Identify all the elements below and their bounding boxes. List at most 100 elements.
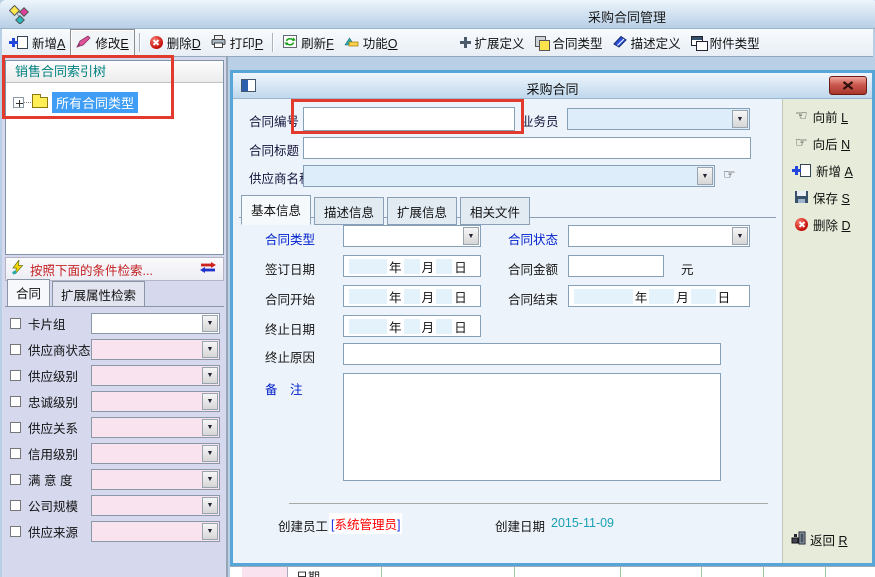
previous-button[interactable]: ☜ 向前 L — [795, 107, 848, 125]
button-label: 修改 — [95, 37, 120, 51]
overlapping-windows-icon — [691, 36, 706, 49]
supply-level-dropdown[interactable] — [91, 365, 220, 386]
chevron-down-icon[interactable] — [697, 167, 713, 185]
chevron-down-icon[interactable] — [202, 471, 218, 488]
checkbox[interactable] — [10, 344, 21, 355]
chevron-down-icon[interactable] — [463, 227, 479, 245]
button-label: 功能 — [363, 37, 388, 51]
chevron-down-icon[interactable] — [202, 445, 218, 462]
checkbox[interactable] — [10, 500, 21, 511]
chevron-down-icon[interactable] — [202, 315, 218, 332]
company-scale-dropdown[interactable] — [91, 495, 220, 516]
background-table-strip: 日期 — [230, 566, 875, 577]
checkbox[interactable] — [10, 370, 21, 381]
toolbar-edit-button[interactable]: 修改E — [70, 29, 134, 56]
toolbar-refresh-button[interactable]: 刷新F — [278, 30, 339, 55]
tab-extended-info[interactable]: 扩展信息 — [387, 197, 457, 225]
button-label: 新增 — [32, 37, 57, 51]
exit-door-icon — [791, 531, 806, 548]
swap-arrows-icon[interactable] — [199, 262, 217, 276]
toolbar-function-button[interactable]: 功能O — [339, 30, 403, 55]
filter-label: 供应商状态 — [28, 340, 91, 359]
hand-left-icon: ☜ — [795, 109, 808, 123]
close-button[interactable] — [829, 76, 867, 95]
tree-row-all-contract-types[interactable]: 所有合同类型 — [13, 92, 223, 113]
supplier-name-dropdown[interactable] — [303, 165, 715, 187]
chevron-down-icon[interactable] — [202, 393, 218, 410]
checkbox[interactable] — [10, 526, 21, 537]
tab-description-info[interactable]: 描述信息 — [314, 197, 384, 225]
table-gridline — [825, 567, 826, 577]
contract-status-dropdown[interactable] — [568, 225, 750, 247]
chevron-down-icon[interactable] — [202, 367, 218, 384]
tree-expander-icon[interactable] — [13, 97, 24, 108]
loyalty-level-dropdown[interactable] — [91, 391, 220, 412]
button-label: 合同类型 — [553, 33, 603, 52]
supply-relation-dropdown[interactable] — [91, 417, 220, 438]
chevron-down-icon[interactable] — [202, 523, 218, 540]
button-key: O — [388, 37, 398, 51]
toolbar-description-definition-button[interactable]: 描述定义 — [608, 30, 686, 55]
button-key: N — [841, 138, 850, 152]
delete-button[interactable]: 删除 D — [795, 215, 851, 233]
return-button[interactable]: 返回 R — [791, 530, 848, 549]
chevron-down-icon[interactable] — [732, 227, 748, 245]
chevron-down-icon[interactable] — [202, 497, 218, 514]
card-group-dropdown[interactable] — [91, 313, 220, 334]
toolbar-extended-definition-button[interactable]: 扩展定义 — [455, 30, 530, 55]
date-unit-month: 月 — [422, 257, 435, 276]
created-date-label: 创建日期 — [495, 516, 545, 535]
tab-contract[interactable]: 合同 — [7, 279, 50, 306]
checkbox[interactable] — [10, 422, 21, 433]
contract-type-dropdown[interactable] — [343, 225, 481, 247]
remark-textarea[interactable] — [343, 373, 721, 481]
save-button[interactable]: 保存 S — [795, 188, 850, 206]
contract-end-date-field[interactable]: 年 月 日 — [568, 285, 750, 307]
dialog-side-panel: ☜ 向前 L ☞ 向后 N 新增 A 保存 S 删除 D 返回 R — [782, 99, 872, 563]
filter-label: 卡片组 — [28, 314, 66, 333]
checkbox[interactable] — [10, 474, 21, 485]
tab-basic-info[interactable]: 基本信息 — [241, 195, 311, 225]
toolbar-contract-type-button[interactable]: 合同类型 — [530, 30, 608, 55]
search-condition-header: 按照下面的条件检索... — [5, 257, 224, 281]
app-title: 采购合同管理 — [588, 7, 666, 26]
chevron-down-icon[interactable] — [202, 341, 218, 358]
contract-no-input[interactable] — [303, 107, 515, 131]
tab-extended-attribute-search[interactable]: 扩展属性检索 — [52, 281, 145, 306]
background-column-header: 日期 — [296, 568, 320, 577]
tree-item-label[interactable]: 所有合同类型 — [52, 92, 138, 113]
button-key: S — [842, 192, 850, 206]
contract-start-date-field[interactable]: 年 月 日 — [343, 285, 481, 307]
button-key: P — [255, 37, 263, 51]
checkbox[interactable] — [10, 396, 21, 407]
tab-related-files[interactable]: 相关文件 — [460, 197, 530, 225]
contract-title-input[interactable] — [303, 137, 751, 159]
creator-label: 创建员工 — [278, 516, 328, 535]
toolbar-new-button[interactable]: 新增A — [7, 30, 70, 55]
contract-no-label: 合同编号 — [249, 111, 299, 130]
toolbar-attachment-type-button[interactable]: 附件类型 — [686, 30, 765, 55]
supplier-status-dropdown[interactable] — [91, 339, 220, 360]
chevron-down-icon[interactable] — [202, 419, 218, 436]
supply-source-dropdown[interactable] — [91, 521, 220, 542]
terminate-date-field[interactable]: 年 月 日 — [343, 315, 481, 337]
contract-type-label: 合同类型 — [265, 229, 315, 248]
new-button[interactable]: 新增 A — [795, 161, 853, 179]
button-key: D — [842, 219, 851, 233]
checkbox[interactable] — [10, 318, 21, 329]
chevron-down-icon[interactable] — [732, 110, 748, 128]
lightning-icon — [12, 260, 24, 278]
toolbar-delete-button[interactable]: 删除D — [145, 30, 206, 55]
contract-amount-input[interactable] — [568, 255, 664, 277]
toolbar-print-button[interactable]: 打印P — [206, 30, 268, 55]
credit-level-dropdown[interactable] — [91, 443, 220, 464]
next-button[interactable]: ☞ 向后 N — [795, 134, 850, 152]
satisfaction-dropdown[interactable] — [91, 469, 220, 490]
date-unit-month: 月 — [422, 287, 435, 306]
hand-right-icon[interactable]: ☞ — [723, 168, 736, 182]
salesman-dropdown[interactable] — [567, 108, 750, 130]
terminate-reason-input[interactable] — [343, 343, 721, 365]
search-condition-label: 按照下面的条件检索... — [30, 260, 153, 279]
checkbox[interactable] — [10, 448, 21, 459]
sign-date-field[interactable]: 年 月 日 — [343, 255, 481, 277]
